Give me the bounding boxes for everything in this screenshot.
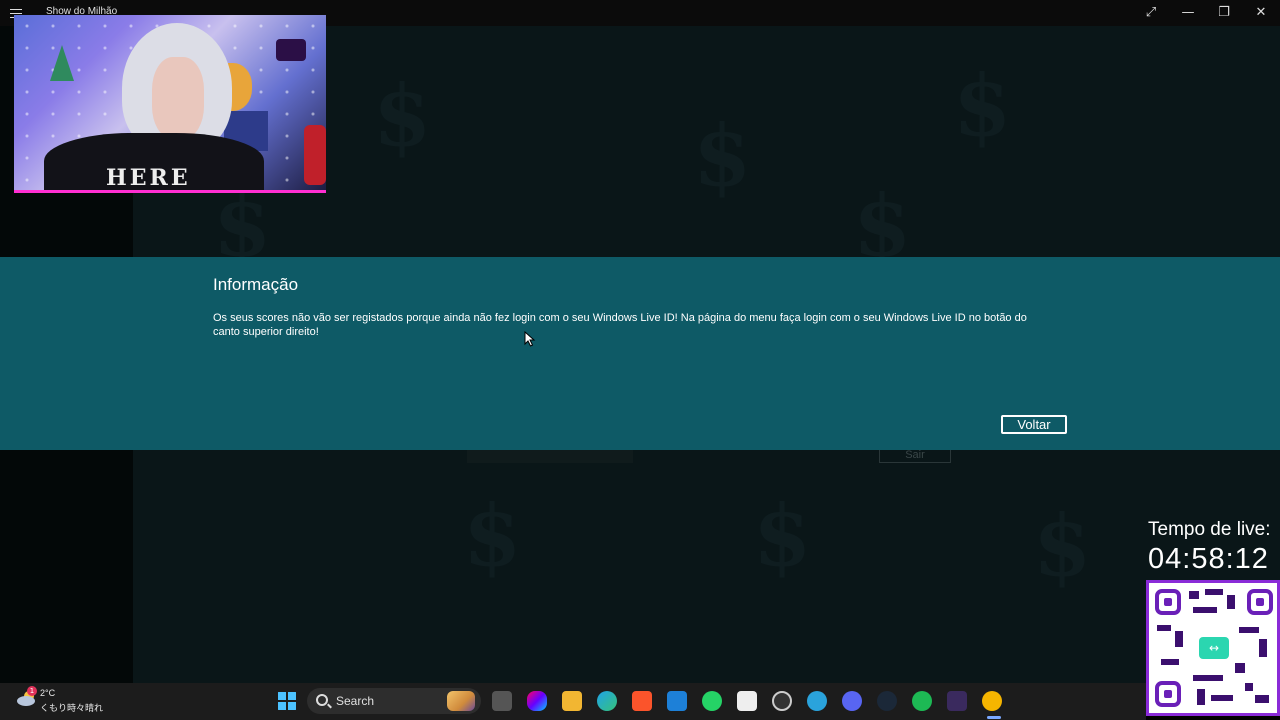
taskbar-search-box[interactable]: Search — [307, 688, 481, 714]
capcut-icon[interactable] — [737, 691, 757, 711]
qr-module — [1239, 627, 1259, 633]
qr-module — [1197, 689, 1205, 705]
streamer-face — [152, 57, 204, 139]
qr-finder — [1247, 589, 1273, 615]
spotify-icon[interactable] — [912, 691, 932, 711]
link-icon: ↔ — [1199, 637, 1229, 659]
search-highlight-icon — [447, 691, 475, 711]
qr-module — [1255, 695, 1269, 703]
weather-temperature[interactable]: 2°C — [40, 688, 55, 698]
microphone — [304, 125, 326, 185]
copilot-icon[interactable] — [527, 691, 547, 711]
steam-icon[interactable] — [877, 691, 897, 711]
edge-icon[interactable] — [597, 691, 617, 711]
expand-icon[interactable]: ⤢ — [1140, 3, 1162, 23]
start-icon[interactable] — [277, 691, 297, 711]
minimize-button[interactable]: — — [1177, 3, 1199, 23]
active-app-indicator — [987, 716, 1001, 719]
qr-module — [1245, 683, 1253, 691]
dollar-decoration: $ — [463, 486, 522, 585]
qr-module — [1259, 639, 1267, 657]
search-icon — [316, 694, 328, 706]
dollar-decoration: $ — [753, 486, 812, 585]
qr-module — [1175, 631, 1183, 647]
info-dialog: Informação Os seus scores não vão ser re… — [0, 257, 1280, 450]
dialog-heading: Informação — [213, 275, 299, 294]
dollar-decoration: $ — [693, 106, 752, 205]
discord-icon[interactable] — [842, 691, 862, 711]
close-button[interactable]: ✕ — [1250, 3, 1272, 23]
obs-icon[interactable] — [772, 691, 792, 711]
search-placeholder: Search — [336, 694, 375, 708]
weather-description[interactable]: くもり時々晴れ — [40, 701, 103, 714]
qr-module — [1227, 595, 1235, 609]
restore-button[interactable]: ❐ — [1213, 3, 1235, 23]
back-button[interactable]: Voltar — [1001, 415, 1067, 434]
qr-module — [1157, 625, 1171, 631]
game-icon[interactable] — [982, 691, 1002, 711]
taskbar: 1 2°C くもり時々晴れ Search — [0, 683, 1146, 720]
live-timer-value: 04:58:12 — [1148, 543, 1269, 575]
microsoft-store-icon[interactable] — [667, 691, 687, 711]
dollar-decoration: $ — [953, 56, 1012, 155]
brave-icon[interactable] — [632, 691, 652, 711]
bow-decoration — [276, 39, 306, 61]
dollar-decoration: $ — [373, 66, 432, 165]
qr-module — [1193, 607, 1217, 613]
whatsapp-icon[interactable] — [702, 691, 722, 711]
visual-studio-icon[interactable] — [947, 691, 967, 711]
christmas-tree-decoration — [50, 45, 74, 81]
task-view-icon[interactable] — [492, 691, 512, 711]
qr-module — [1189, 591, 1199, 599]
live-timer-label: Tempo de live: — [1148, 519, 1271, 540]
qr-module — [1205, 589, 1223, 595]
qr-code: ↔ — [1146, 580, 1280, 716]
qr-finder — [1155, 681, 1181, 707]
qr-module — [1235, 663, 1245, 673]
qr-module — [1211, 695, 1233, 701]
weather-alert-badge: 1 — [27, 686, 37, 696]
mouse-cursor-icon — [524, 331, 536, 347]
qr-finder — [1155, 589, 1181, 615]
webcam-overlay: HERE — [14, 15, 326, 193]
qr-module — [1161, 659, 1179, 665]
qr-module — [1193, 675, 1223, 681]
file-explorer-icon[interactable] — [562, 691, 582, 711]
shirt-print: HERE — [106, 165, 191, 191]
telegram-icon[interactable] — [807, 691, 827, 711]
dialog-message: Os seus scores não vão ser registados po… — [213, 312, 1027, 338]
dollar-decoration: $ — [1033, 496, 1092, 595]
